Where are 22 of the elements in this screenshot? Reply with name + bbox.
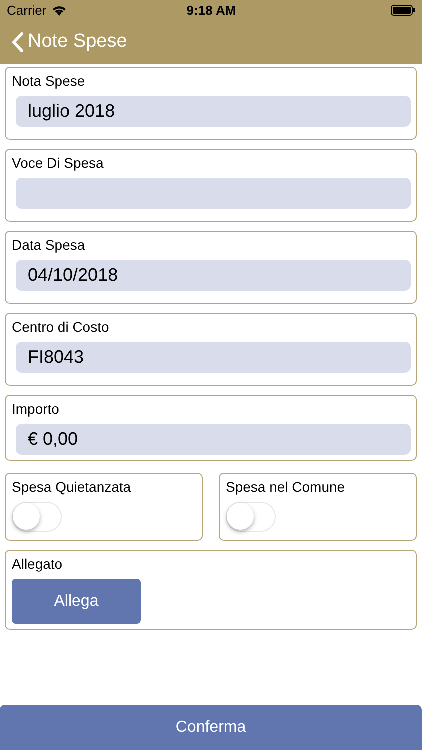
input-field[interactable]: 04/10/2018 bbox=[16, 260, 411, 291]
field-label: Data Spesa bbox=[12, 237, 86, 253]
chevron-icon bbox=[12, 32, 24, 52]
confirm-button[interactable]: Conferma bbox=[0, 705, 422, 750]
field-label: Voce Di Spesa bbox=[12, 155, 105, 171]
toggle-switch[interactable] bbox=[12, 502, 62, 532]
toggle-label: Spesa Quietanzata bbox=[12, 479, 132, 495]
battery-icon bbox=[390, 4, 416, 16]
wifi-icon bbox=[52, 4, 67, 16]
field-label: Importo bbox=[12, 401, 60, 417]
carrier-label: Carrier bbox=[7, 2, 47, 18]
toggle-switch[interactable] bbox=[226, 502, 276, 532]
attach-button[interactable]: Allega bbox=[12, 579, 141, 624]
input-field[interactable]: € 0,00 bbox=[16, 424, 411, 455]
input-field[interactable]: luglio 2018 bbox=[16, 96, 411, 127]
field-label: Nota Spese bbox=[12, 73, 86, 89]
toggle-label: Spesa nel Comune bbox=[226, 479, 346, 495]
attachment-label: Allegato bbox=[12, 556, 64, 572]
input-field[interactable] bbox=[16, 178, 411, 209]
input-field[interactable]: FI8043 bbox=[16, 342, 411, 373]
status-time: 9:18 AM bbox=[186, 2, 238, 18]
field-label: Centro di Costo bbox=[12, 319, 110, 335]
